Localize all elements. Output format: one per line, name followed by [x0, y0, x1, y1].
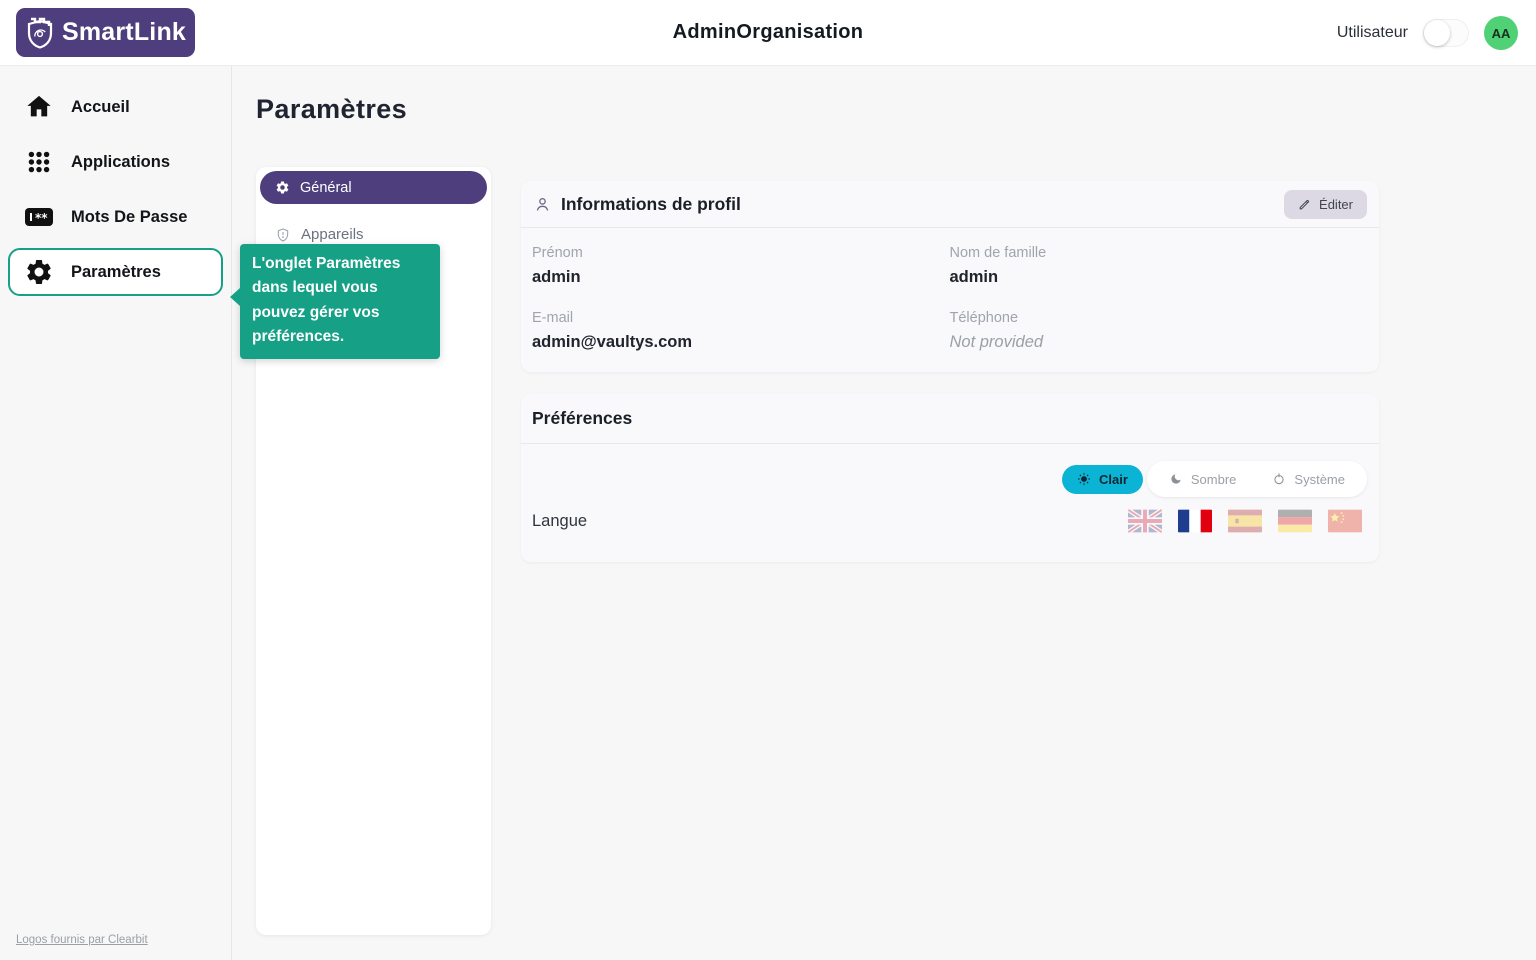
- language-label: Langue: [532, 512, 587, 531]
- field-value: admin: [532, 268, 950, 287]
- field-nom-de-famille: Nom de famille admin: [950, 245, 1368, 287]
- flag-de-icon[interactable]: [1278, 509, 1312, 533]
- field-label: Prénom: [532, 245, 950, 261]
- user-label: Utilisateur: [1337, 24, 1408, 42]
- theme-option-label: Système: [1294, 472, 1345, 487]
- theme-option-label: Sombre: [1191, 472, 1237, 487]
- sun-icon: [1077, 472, 1091, 486]
- sidebar-item-applications[interactable]: Applications: [8, 138, 223, 186]
- password-icon: **: [24, 202, 54, 232]
- clearbit-credit-link[interactable]: Logos fournis par Clearbit: [16, 934, 148, 946]
- apps-grid-icon: [24, 147, 54, 177]
- moon-icon: [1169, 472, 1183, 486]
- edit-profile-button[interactable]: Éditer: [1284, 190, 1367, 219]
- tooltip-text: L'onglet Paramètres dans lequel vous pou…: [252, 255, 400, 345]
- sidebar-item-accueil[interactable]: Accueil: [8, 83, 223, 131]
- theme-option-sombre[interactable]: Sombre: [1151, 461, 1255, 497]
- field-value: admin: [950, 268, 1368, 287]
- field-prenom: Prénom admin: [532, 245, 950, 287]
- field-email: E-mail admin@vaultys.com: [532, 310, 950, 352]
- profile-card-title: Informations de profil: [533, 194, 741, 215]
- field-label: Téléphone: [950, 310, 1368, 326]
- field-telephone: Téléphone Not provided: [950, 310, 1368, 352]
- theme-option-systeme[interactable]: Système: [1254, 461, 1363, 497]
- subnav-tab-appareils[interactable]: Appareils: [275, 226, 487, 243]
- sidebar-item-label: Accueil: [71, 98, 130, 117]
- sidebar-item-label: Applications: [71, 153, 170, 172]
- gear-icon: [24, 257, 54, 287]
- field-label: Nom de famille: [950, 245, 1368, 261]
- main-content: Paramètres Général Appareils A: [232, 66, 1536, 960]
- sidebar-item-mots-de-passe[interactable]: ** Mots De Passe: [8, 193, 223, 241]
- language-flags: [1128, 509, 1362, 533]
- person-icon: [533, 195, 552, 214]
- system-icon: [1272, 472, 1286, 486]
- toggle-knob-icon: [1424, 20, 1450, 46]
- avatar[interactable]: AA: [1484, 16, 1518, 50]
- app-header: SmartLink AdminOrganisation Utilisateur …: [0, 0, 1536, 66]
- theme-toggle[interactable]: [1423, 19, 1469, 47]
- preferences-title: Préférences: [521, 394, 1379, 444]
- flag-fr-icon[interactable]: [1178, 509, 1212, 533]
- preferences-card: Préférences Clair: [521, 394, 1379, 562]
- pencil-icon: [1298, 198, 1311, 211]
- onboarding-tooltip: L'onglet Paramètres dans lequel vous pou…: [240, 244, 440, 359]
- flag-es-icon[interactable]: [1228, 509, 1262, 533]
- subnav-tab-label: Appareils: [301, 226, 364, 243]
- theme-option-clair[interactable]: Clair: [1062, 465, 1143, 494]
- profile-title-text: Informations de profil: [561, 194, 741, 215]
- home-icon: [24, 92, 54, 122]
- edit-button-label: Éditer: [1319, 197, 1353, 212]
- page-header-title: AdminOrganisation: [0, 21, 1536, 44]
- theme-option-label: Clair: [1099, 472, 1128, 487]
- page-title: Paramètres: [256, 94, 407, 125]
- field-label: E-mail: [532, 310, 950, 326]
- flag-gb-icon[interactable]: [1128, 509, 1162, 533]
- subnav-tab-general[interactable]: Général: [260, 171, 487, 204]
- sidebar-item-label: Mots De Passe: [71, 208, 187, 227]
- field-value: Not provided: [950, 333, 1368, 352]
- theme-switcher: Sombre Système: [1147, 461, 1367, 497]
- theme-row: Clair Sombre: [521, 453, 1379, 505]
- sidebar: Accueil Applications ** Mots De Passe Pa…: [0, 66, 232, 960]
- flag-cn-icon[interactable]: [1328, 509, 1362, 533]
- field-value: admin@vaultys.com: [532, 333, 950, 352]
- language-row: Langue: [521, 509, 1379, 533]
- gear-icon: [275, 180, 290, 195]
- sidebar-item-parametres[interactable]: Paramètres: [8, 248, 223, 296]
- subnav-tab-label: Général: [300, 180, 352, 196]
- svg-text:**: **: [35, 211, 48, 225]
- shield-icon: [275, 227, 291, 243]
- profile-info-card: Informations de profil Éditer Prénom adm…: [521, 181, 1379, 372]
- sidebar-item-label: Paramètres: [71, 263, 161, 282]
